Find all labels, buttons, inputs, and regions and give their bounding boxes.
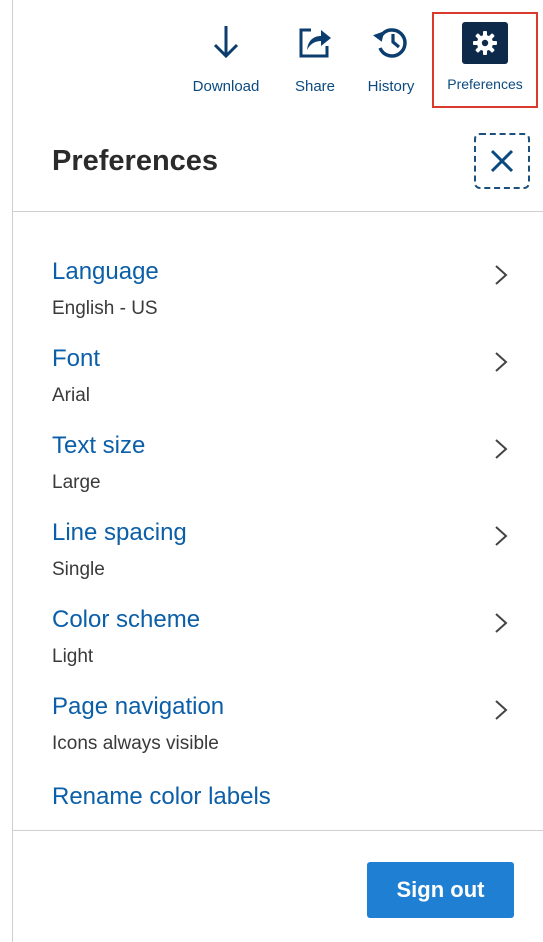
- share-icon: [297, 16, 333, 68]
- chevron-right-icon: [495, 352, 508, 372]
- preferences-button[interactable]: Preferences: [432, 12, 538, 108]
- download-button[interactable]: Download: [186, 16, 266, 95]
- share-label: Share: [294, 78, 336, 95]
- item-label: Page navigation: [52, 693, 225, 720]
- item-label: Line spacing: [52, 519, 187, 546]
- sign-out-button[interactable]: Sign out: [367, 862, 514, 918]
- history-button[interactable]: History: [360, 16, 422, 95]
- preferences-label: Preferences: [447, 76, 523, 92]
- chevron-right-icon: [495, 613, 508, 633]
- share-button[interactable]: Share: [287, 16, 343, 95]
- item-label: Language: [52, 258, 159, 285]
- footer-divider: [12, 830, 543, 831]
- item-label: Text size: [52, 432, 146, 459]
- list-item-page-navigation[interactable]: Page navigation Icons always visible: [12, 683, 543, 770]
- preferences-list: Language English - US Font Arial Text si…: [12, 248, 543, 770]
- toolbar: Download Share History Preferences: [0, 0, 543, 115]
- item-value: Light: [52, 646, 94, 667]
- list-item-text-size[interactable]: Text size Large: [12, 422, 543, 509]
- item-value: Arial: [52, 385, 91, 406]
- item-value: Single: [52, 559, 105, 580]
- download-label: Download: [192, 78, 260, 95]
- panel-header: Preferences: [12, 115, 543, 212]
- list-item-font[interactable]: Font Arial: [12, 335, 543, 422]
- chevron-right-icon: [495, 700, 508, 720]
- chevron-right-icon: [495, 265, 508, 285]
- item-value: Large: [52, 472, 101, 493]
- history-label: History: [367, 78, 415, 95]
- list-item-color-scheme[interactable]: Color scheme Light: [12, 596, 543, 683]
- download-icon: [212, 16, 240, 68]
- chevron-right-icon: [495, 526, 508, 546]
- list-item-line-spacing[interactable]: Line spacing Single: [12, 509, 543, 596]
- item-value: English - US: [52, 298, 158, 319]
- close-icon: [490, 149, 514, 173]
- history-icon: [372, 16, 410, 68]
- close-button[interactable]: [474, 133, 530, 189]
- gear-icon: [462, 22, 508, 64]
- item-value: Icons always visible: [52, 733, 219, 754]
- page-title: Preferences: [52, 145, 219, 177]
- chevron-right-icon: [495, 439, 508, 459]
- list-item-language[interactable]: Language English - US: [12, 248, 543, 335]
- item-label: Color scheme: [52, 606, 201, 633]
- item-label: Font: [52, 345, 101, 372]
- rename-color-labels-link[interactable]: Rename color labels: [52, 783, 271, 811]
